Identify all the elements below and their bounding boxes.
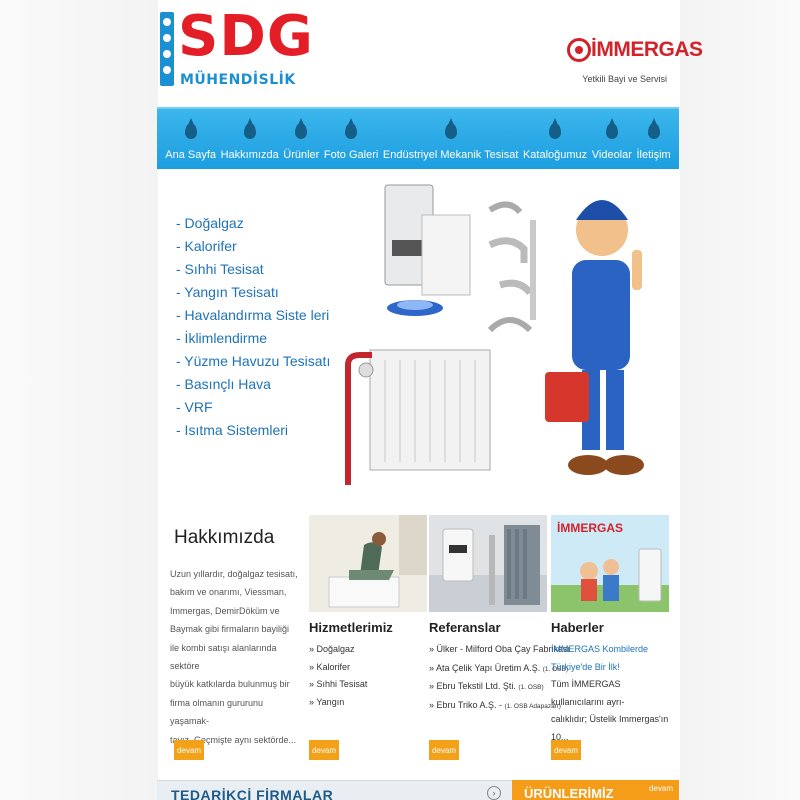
- service-link[interactable]: - Yangın Tesisatı: [176, 281, 330, 304]
- services-column: Hizmetlerimiz » Doğalgaz» Kalorifer» Sıh…: [309, 515, 427, 711]
- products-title: ÜRÜNLERİMİZ: [524, 786, 614, 800]
- bottom-section: TEDARİKÇİ FİRMALAR › ÜRÜNLERİMİZ devam: [157, 780, 679, 800]
- references-more-button[interactable]: devam: [429, 740, 459, 760]
- nav-item-label: Endüstriyel Mekanik Tesisat: [382, 149, 519, 161]
- reference-name: » Ülker - Milford Oba Çay Fabrikası: [429, 644, 571, 654]
- reference-item[interactable]: » Ebru Triko A.Ş. - (1. OSB Adapazarı): [429, 697, 561, 716]
- logo-text: SDG: [178, 4, 314, 69]
- about-text-line: ile kombi satışı alanlarında sektöre: [170, 642, 277, 672]
- news-more-button[interactable]: devam: [551, 740, 581, 760]
- service-list-item[interactable]: » Yangın: [309, 694, 427, 712]
- products-bar: ÜRÜNLERİMİZ devam: [512, 780, 679, 800]
- about-text-line: Immergas, DemirDöküm ve: [170, 605, 280, 616]
- service-list-item[interactable]: » Doğalgaz: [309, 641, 427, 659]
- water-drop-icon: [605, 118, 618, 139]
- service-list-item[interactable]: » Kalorifer: [309, 659, 427, 677]
- nav-item-label: Ürünler: [283, 149, 320, 161]
- page: SDG MÜHENDİSLİK İMMERGAS Yetkili Bayi ve…: [0, 0, 800, 800]
- references-title: Referanslar: [429, 620, 501, 635]
- logo-side-bar: [160, 12, 174, 86]
- water-drop-icon: [243, 118, 256, 139]
- about-text-line: bakım ve onarımı, Viessman,: [170, 587, 287, 598]
- water-drop-icon: [647, 118, 660, 139]
- news-image-brand: İMMERGAS: [557, 521, 623, 535]
- service-link[interactable]: - Havalandırma Siste leri: [176, 304, 330, 327]
- service-link[interactable]: - Kalorifer: [176, 235, 330, 258]
- news-image[interactable]: İMMERGAS: [551, 515, 669, 612]
- references-image[interactable]: [429, 515, 547, 612]
- reference-name: » Ebru Tekstil Ltd. Şti.: [429, 681, 519, 692]
- service-list-item[interactable]: » Sıhhi Tesisat: [309, 676, 427, 694]
- reference-item[interactable]: » Ülker - Milford Oba Çay Fabrikası: [429, 641, 570, 660]
- services-title: Hizmetlerimiz: [309, 620, 393, 635]
- news-headline-1[interactable]: İMMERGAS Kombilerde: [551, 641, 669, 659]
- brand-name: İMMERGAS: [591, 38, 703, 61]
- nav-item[interactable]: Hakkımızda: [220, 118, 279, 161]
- service-link[interactable]: - Isıtma Sistemleri: [176, 419, 330, 442]
- nav-item[interactable]: Videolar: [591, 118, 632, 161]
- about-text-line: büyük katkılarda bulunmuş bir: [170, 679, 290, 690]
- service-link[interactable]: - Sıhhi Tesisat: [176, 258, 330, 281]
- about-title: Hakkımızda: [174, 527, 275, 548]
- references-column: Referanslar » Ülker - Milford Oba Çay Fa…: [429, 515, 570, 716]
- water-drop-icon: [444, 118, 457, 139]
- water-drop-icon: [549, 118, 562, 139]
- nav-item[interactable]: Foto Galeri: [323, 118, 379, 161]
- reference-note: (1. OSB): [518, 684, 544, 692]
- immergas-brand[interactable]: İMMERGAS Yetkili Bayi ve Servisi: [567, 36, 703, 90]
- hero-illustration: [345, 184, 644, 485]
- left-background: [0, 0, 158, 800]
- references-links: » Ülker - Milford Oba Çay Fabrikası » Ata…: [429, 641, 570, 716]
- service-link[interactable]: - Doğalgaz: [176, 212, 330, 235]
- nav-item[interactable]: Kataloğumuz: [522, 118, 588, 161]
- news-column: İMMERGAS Haberler İMMERGAS Kombilerde Tü…: [551, 515, 669, 747]
- service-link[interactable]: - Yüzme Havuzu Tesisatı: [176, 350, 330, 373]
- right-background: [680, 0, 800, 800]
- about-text: Uzun yıllardır, doğalgaz tesisatı, bakım …: [170, 565, 300, 749]
- nav-item-label: Ana Sayfa: [165, 149, 217, 161]
- about-text-line: Baymak gibi firmaların bayiliği: [170, 624, 290, 635]
- nav-item-label: Videolar: [591, 149, 632, 161]
- reference-item[interactable]: » Ebru Tekstil Ltd. Şti. (1. OSB): [429, 678, 547, 697]
- services-more-button[interactable]: devam: [309, 740, 339, 760]
- reference-name: » Ata Çelik Yapı Üretim A.Ş.: [429, 662, 543, 673]
- reference-item[interactable]: » Ata Çelik Yapı Üretim A.Ş. (1. OSB): [429, 660, 568, 679]
- nav-item-label: Foto Galeri: [323, 149, 379, 161]
- news-headline-2[interactable]: Türkiye'de Bir İlk!: [551, 659, 669, 677]
- products-more-link[interactable]: devam: [649, 784, 673, 793]
- suppliers-bar: TEDARİKÇİ FİRMALAR ›: [157, 780, 512, 800]
- nav-item[interactable]: Endüstriyel Mekanik Tesisat: [382, 118, 519, 161]
- services-links: » Doğalgaz» Kalorifer» Sıhhi Tesisat» Ya…: [309, 641, 427, 711]
- nav-item-label: Kataloğumuz: [522, 149, 588, 161]
- news-body-1: Tüm İMMERGAS kullanıcılarını ayrı-: [551, 679, 625, 707]
- brand-tagline: Yetkili Bayi ve Servisi: [582, 74, 667, 84]
- nav-item[interactable]: Ana Sayfa: [165, 118, 217, 161]
- chevron-right-icon[interactable]: ›: [487, 786, 501, 800]
- about-text-line: firma olmanın gururunu yaşamak-: [170, 697, 264, 727]
- nav-item-label: Hakkımızda: [220, 149, 279, 161]
- water-drop-icon: [295, 118, 308, 139]
- nav-item[interactable]: Ürünler: [283, 118, 320, 161]
- services-image[interactable]: [309, 515, 427, 612]
- about-more-button[interactable]: devam: [174, 740, 204, 760]
- water-drop-icon: [184, 118, 197, 139]
- about-text-line: Uzun yıllardır, doğalgaz tesisatı,: [170, 569, 298, 579]
- service-link[interactable]: - İklimlendirme: [176, 327, 330, 350]
- service-link[interactable]: - Basınçlı Hava: [176, 373, 330, 396]
- suppliers-title: TEDARİKÇİ FİRMALAR: [171, 787, 334, 800]
- sdg-logo[interactable]: SDG MÜHENDİSLİK: [160, 4, 313, 90]
- service-link[interactable]: - VRF: [176, 396, 330, 419]
- news-title: Haberler: [551, 620, 604, 635]
- immergas-logo-icon: [567, 38, 591, 62]
- water-drop-icon: [345, 118, 358, 139]
- services-list: - Doğalgaz - Kalorifer - Sıhhi Tesisat - Ya…: [176, 212, 330, 442]
- logo-subtitle: MÜHENDİSLİK: [180, 72, 296, 88]
- nav-item[interactable]: İletişim: [636, 118, 671, 161]
- nav-item-label: İletişim: [636, 149, 671, 161]
- reference-name: » Ebru Triko A.Ş. -: [429, 699, 505, 710]
- main-nav: Ana Sayfa Hakkımızda Ürünler Foto Galeri End…: [157, 107, 679, 169]
